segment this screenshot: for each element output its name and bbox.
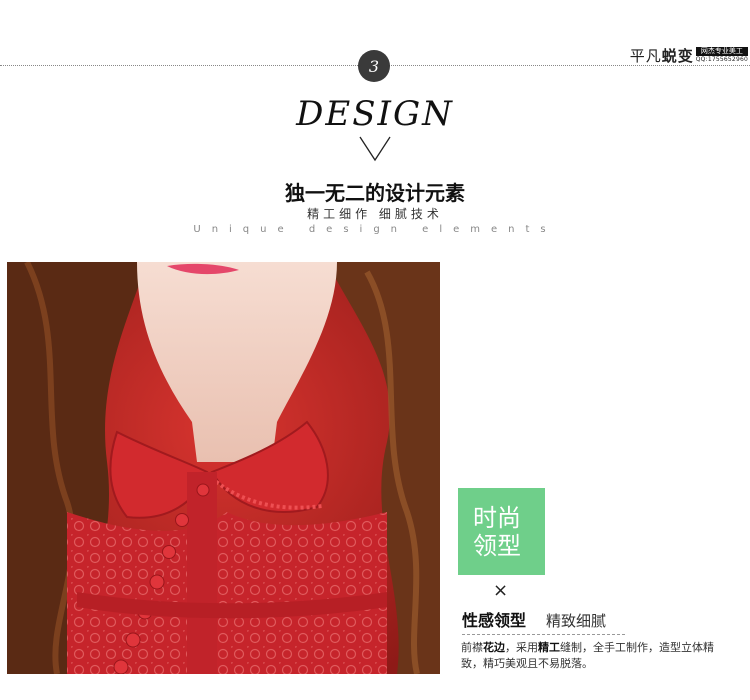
brand-logo: 平凡蜕变 网杰专业美工 QQ:1755652960 — [630, 44, 748, 64]
brand-name-light: 平凡 — [629, 47, 662, 65]
brand-qq: QQ:1755652960 — [695, 56, 748, 63]
desc-part: 前襟 — [461, 641, 483, 654]
brand-name-bold: 蜕变 — [661, 47, 694, 65]
feature-description: 前襟花边，采用精工缝制，全手工制作，造型立体精致，精巧美观且不易脱落。 — [461, 640, 731, 672]
brand-tagline: 网杰专业美工 — [695, 47, 748, 56]
desc-bold: 花边 — [483, 641, 505, 654]
step-number-badge: 3 — [358, 50, 390, 82]
brand-tag: 网杰专业美工 QQ:1755652960 — [695, 47, 748, 64]
feature-divider — [462, 634, 625, 635]
chevron-down-icon — [359, 136, 391, 162]
step-number: 3 — [368, 56, 380, 76]
section-heading-cn: 独一无二的设计元素 — [285, 181, 465, 205]
section-subheading-en: Unique design elements — [193, 224, 557, 235]
section-subheading-cn: 精工细作 细腻技术 — [307, 207, 443, 221]
desc-bold: 精工 — [538, 641, 560, 654]
feature-title-bold: 性感领型 — [462, 611, 527, 630]
brand-name: 平凡蜕变 — [630, 48, 694, 64]
feature-badge-line2: 领型 — [473, 531, 521, 560]
feature-badge-line1: 时尚 — [473, 503, 521, 532]
feature-badge: 时尚 领型 — [458, 488, 545, 575]
times-icon: × — [493, 580, 509, 601]
product-photo-collar — [7, 262, 440, 674]
desc-part: ，采用 — [505, 641, 538, 654]
feature-title: 性感领型 精致细腻 — [462, 607, 606, 631]
section-heading-en: DESIGN — [296, 94, 454, 134]
feature-title-light: 精致细腻 — [546, 612, 607, 630]
